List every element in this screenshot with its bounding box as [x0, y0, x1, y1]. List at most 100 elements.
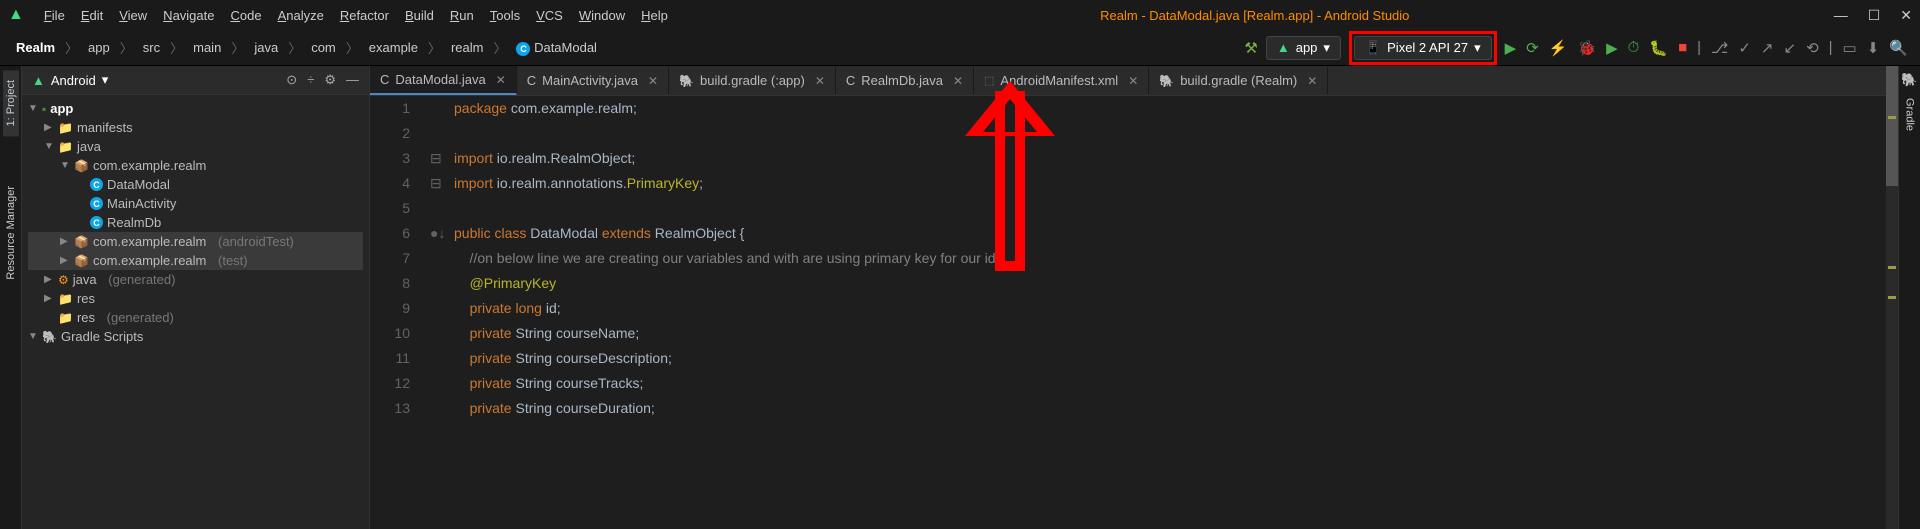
right-tool-strip: 🐘 Gradle: [1898, 66, 1920, 529]
attach-debugger-icon[interactable]: 🐛: [1649, 39, 1668, 57]
resource-manager-tool-tab[interactable]: Resource Manager: [3, 176, 19, 290]
tree-node-class[interactable]: CRealmDb: [28, 213, 363, 232]
generated-folder-icon: ⚙: [58, 273, 69, 287]
breadcrumb-item[interactable]: java: [250, 38, 282, 57]
warning-marker[interactable]: [1888, 266, 1896, 269]
search-icon[interactable]: 🔍: [1889, 39, 1908, 57]
chevron-down-icon: ▾: [102, 72, 109, 88]
tree-node-unittest-package[interactable]: ▶📦com.example.realm (test): [28, 251, 363, 270]
sep: |: [1697, 39, 1701, 56]
git-branch-icon[interactable]: ⎇: [1711, 39, 1728, 57]
fold-gutter[interactable]: ⊟⊟ ●↓: [430, 96, 450, 529]
gradle-icon: 🐘: [679, 74, 694, 88]
breadcrumb-item[interactable]: com: [307, 38, 340, 57]
menu-navigate[interactable]: Navigate: [155, 4, 222, 27]
git-push-icon[interactable]: ↗: [1761, 39, 1774, 57]
device-selector[interactable]: 📱 Pixel 2 API 27 ▾: [1354, 36, 1492, 60]
project-view-selector[interactable]: ▲ Android ▾: [32, 72, 108, 88]
menu-file[interactable]: File: [36, 4, 73, 27]
tree-node-test-package[interactable]: ▶📦com.example.realm (androidTest): [28, 232, 363, 251]
scroll-from-source-icon[interactable]: ⊙: [286, 72, 297, 88]
stop-icon[interactable]: ■: [1678, 39, 1687, 56]
breadcrumb-item[interactable]: example: [365, 38, 422, 57]
tree-node-java[interactable]: ▼📁java: [28, 137, 363, 156]
scrollbar-thumb[interactable]: [1886, 66, 1898, 186]
menu-tools[interactable]: Tools: [482, 4, 528, 27]
menu-view[interactable]: View: [111, 4, 155, 27]
chevron-down-icon: ▾: [1323, 40, 1330, 56]
tree-node-gradle-scripts[interactable]: ▼🐘Gradle Scripts: [28, 327, 363, 346]
run-icon[interactable]: ▶: [1505, 39, 1517, 57]
editor-tab[interactable]: ⬚AndroidManifest.xml✕: [974, 67, 1149, 94]
menu-vcs[interactable]: VCS: [528, 4, 571, 27]
gear-icon[interactable]: ⚙: [324, 72, 336, 88]
scrollbar-track[interactable]: [1886, 66, 1898, 529]
editor-tab[interactable]: 🐘build.gradle (Realm)✕: [1149, 67, 1328, 94]
debug-icon[interactable]: 🐞: [1577, 39, 1596, 57]
sdk-icon[interactable]: ⬇: [1867, 39, 1880, 57]
tree-node-app[interactable]: ▼▪app: [28, 99, 363, 118]
gradle-tool-tab[interactable]: Gradle: [1902, 88, 1918, 141]
editor-tab[interactable]: 🐘build.gradle (:app)✕: [669, 67, 836, 94]
menu-build[interactable]: Build: [397, 4, 442, 27]
collapse-all-icon[interactable]: ÷: [307, 72, 314, 88]
menu-window[interactable]: Window: [571, 4, 633, 27]
hide-icon[interactable]: —: [346, 72, 359, 88]
close-icon[interactable]: ✕: [1307, 74, 1317, 88]
breadcrumb-item[interactable]: Realm: [12, 38, 59, 57]
git-commit-icon[interactable]: ✓: [1738, 39, 1751, 57]
coverage-icon[interactable]: ▶: [1606, 39, 1618, 57]
breadcrumb-item[interactable]: realm: [447, 38, 488, 57]
menu-edit[interactable]: Edit: [73, 4, 111, 27]
close-icon[interactable]: ✕: [648, 74, 658, 88]
avd-icon[interactable]: ▭: [1843, 39, 1857, 57]
close-icon[interactable]: ✕: [1128, 74, 1138, 88]
menu-bar: ▲ FileEditViewNavigateCodeAnalyzeRefacto…: [0, 0, 1920, 30]
phone-icon: 📱: [1365, 40, 1381, 56]
breadcrumb-item[interactable]: C DataModal: [512, 38, 600, 58]
close-icon[interactable]: ✕: [496, 73, 506, 87]
breadcrumb-item[interactable]: app: [84, 38, 114, 57]
breadcrumb-separator: 〉: [170, 38, 183, 57]
menu-analyze[interactable]: Analyze: [270, 4, 332, 27]
code-content[interactable]: package com.example.realm; import io.rea…: [450, 96, 1898, 529]
git-history-icon[interactable]: ⟲: [1806, 39, 1819, 57]
project-sidebar: ▲ Android ▾ ⊙ ÷ ⚙ — ▼▪app ▶📁manifests ▼📁…: [22, 66, 370, 529]
code-editor[interactable]: 12345678910111213 ⊟⊟ ●↓ package com.exam…: [370, 96, 1898, 529]
build-icon[interactable]: ⚒: [1244, 39, 1257, 57]
breadcrumb-item[interactable]: src: [139, 38, 164, 57]
editor-tab[interactable]: CRealmDb.java✕: [836, 67, 974, 94]
apply-changes-icon[interactable]: ⟳: [1526, 39, 1539, 57]
close-icon[interactable]: ✕: [953, 74, 963, 88]
tree-node-res-generated[interactable]: 📁res (generated): [28, 308, 363, 327]
warning-marker[interactable]: [1888, 296, 1896, 299]
close-icon[interactable]: ✕: [815, 74, 825, 88]
breadcrumb-separator: 〉: [346, 38, 359, 57]
editor-tab[interactable]: CMainActivity.java✕: [517, 67, 669, 94]
sep2: |: [1829, 39, 1833, 56]
class-icon: C: [90, 197, 103, 210]
menu-refactor[interactable]: Refactor: [332, 4, 397, 27]
git-update-icon[interactable]: ↙: [1783, 39, 1796, 57]
tree-node-package[interactable]: ▼📦com.example.realm: [28, 156, 363, 175]
folder-icon: 📁: [58, 292, 73, 306]
tree-node-java-generated[interactable]: ▶⚙java (generated): [28, 270, 363, 289]
close-window-icon[interactable]: ✕: [1900, 7, 1912, 24]
tree-node-manifests[interactable]: ▶📁manifests: [28, 118, 363, 137]
menu-help[interactable]: Help: [633, 4, 676, 27]
profile-icon[interactable]: ⏱: [1628, 39, 1640, 56]
run-config-selector[interactable]: ▲ app ▾: [1266, 36, 1341, 60]
editor-tab[interactable]: CDataModal.java✕: [370, 66, 517, 95]
menu-code[interactable]: Code: [222, 4, 269, 27]
warning-marker[interactable]: [1888, 116, 1896, 119]
breadcrumb-item[interactable]: main: [189, 38, 225, 57]
tree-node-class[interactable]: CDataModal: [28, 175, 363, 194]
project-tree[interactable]: ▼▪app ▶📁manifests ▼📁java ▼📦com.example.r…: [22, 95, 369, 529]
tree-node-class[interactable]: CMainActivity: [28, 194, 363, 213]
minimize-icon[interactable]: —: [1834, 7, 1848, 24]
menu-run[interactable]: Run: [442, 4, 482, 27]
apply-code-icon[interactable]: ⚡: [1549, 39, 1568, 57]
maximize-icon[interactable]: ☐: [1868, 7, 1881, 24]
tree-node-res[interactable]: ▶📁res: [28, 289, 363, 308]
project-tool-tab[interactable]: 1: Project: [3, 70, 19, 136]
